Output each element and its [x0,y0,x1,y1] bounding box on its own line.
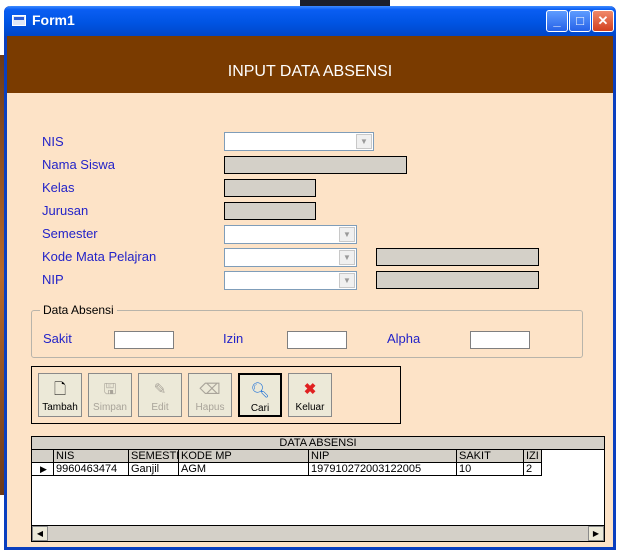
data-absensi-group: Data Absensi Sakit Izin Alpha [31,303,583,358]
nip-dropdown-arrow-icon[interactable]: ▼ [339,273,355,288]
kode-mp-combo[interactable]: ▼ [224,248,357,267]
scroll-left-icon[interactable]: ◀ [32,526,48,541]
keluar-button[interactable]: ✖ Keluar [288,373,332,417]
column-header-nip[interactable]: NIP [309,450,457,463]
kode-mp-dropdown-arrow-icon[interactable]: ▼ [339,250,355,265]
tambah-button[interactable]: 🗋 Tambah [38,373,82,417]
kelas-field[interactable] [224,179,316,197]
nip-label: NIP [42,272,64,287]
jurusan-label: Jurusan [42,203,89,218]
scroll-right-icon[interactable]: ▶ [588,526,604,541]
nama-siswa-field[interactable] [224,156,407,174]
tambah-label: Tambah [42,402,78,413]
kode-mp-label: Kode Mata Pelajran [42,249,157,264]
semester-combo[interactable]: ▼ [224,225,357,244]
edit-icon: ✎ [153,381,167,398]
row-indicator-header [32,450,54,463]
kelas-label: Kelas [42,180,75,195]
nama-guru-field[interactable] [376,271,539,289]
search-icon: 🔍︎ [250,382,270,399]
exit-icon: ✖ [303,381,317,398]
edit-label: Edit [151,402,169,413]
sakit-input[interactable] [114,331,174,349]
table-cell[interactable]: 10 [457,463,524,476]
jurusan-field[interactable] [224,202,316,220]
form-window: Form1 _ □ ✕ INPUT DATA ABSENSI NIS Nama … [4,6,616,550]
hapus-button[interactable]: ⌫ Hapus [188,373,232,417]
cari-button[interactable]: 🔍︎ Cari [238,373,282,417]
semester-dropdown-arrow-icon[interactable]: ▼ [339,227,355,242]
semester-label: Semester [42,226,98,241]
table-cell[interactable]: AGM [179,463,309,476]
nip-combo[interactable]: ▼ [224,271,357,290]
save-icon: 🖫 [103,381,117,398]
nama-siswa-label: Nama Siswa [42,157,115,172]
alpha-input[interactable] [470,331,530,349]
simpan-button[interactable]: 🖫 Simpan [88,373,132,417]
hapus-label: Hapus [195,402,225,413]
action-toolbar: 🗋 Tambah 🖫 Simpan ✎ Edit ⌫ Hapus 🔍︎ Cari… [31,366,401,424]
grid-caption: DATA ABSENSI [32,437,604,450]
form-icon [12,15,26,26]
delete-icon: ⌫ [199,381,221,398]
horizontal-scrollbar[interactable]: ◀ ▶ [32,525,604,541]
table-cell[interactable]: 197910272003122005 [309,463,457,476]
current-row-arrow-icon: ▶ [32,463,54,476]
data-absensi-grid[interactable]: DATA ABSENSI NIS SEMESTE KODE MP NIP SAK… [31,436,605,542]
table-cell[interactable]: 9960463474 [54,463,129,476]
table-cell[interactable]: 2 [524,463,542,476]
window-title: Form1 [32,12,75,28]
column-header-sakit[interactable]: SAKIT [457,450,524,463]
simpan-label: Simpan [93,402,127,413]
nis-label: NIS [42,134,64,149]
sakit-label: Sakit [43,331,72,346]
table-cell[interactable]: Ganjil [129,463,179,476]
column-header-kode-mp[interactable]: KODE MP [179,450,309,463]
keluar-label: Keluar [295,402,325,413]
maximize-button[interactable]: □ [569,10,591,32]
close-button[interactable]: ✕ [592,10,614,32]
izin-label: Izin [223,331,244,346]
edit-button[interactable]: ✎ Edit [138,373,182,417]
title-bar[interactable]: Form1 _ □ ✕ [4,6,616,36]
column-header-nis[interactable]: NIS [54,450,129,463]
minimize-button[interactable]: _ [546,10,568,32]
nama-mp-field[interactable] [376,248,539,266]
cari-label: Cari [250,403,270,414]
nis-dropdown-arrow-icon[interactable]: ▼ [356,134,372,149]
column-header-izin[interactable]: IZI [524,450,542,463]
page-title: INPUT DATA ABSENSI [7,36,613,93]
data-absensi-group-title: Data Absensi [40,303,117,317]
izin-input[interactable] [287,331,347,349]
alpha-label: Alpha [387,331,421,346]
new-document-icon: 🗋 [53,381,67,398]
column-header-semester[interactable]: SEMESTE [129,450,179,463]
nis-combo[interactable]: ▼ [224,132,374,151]
